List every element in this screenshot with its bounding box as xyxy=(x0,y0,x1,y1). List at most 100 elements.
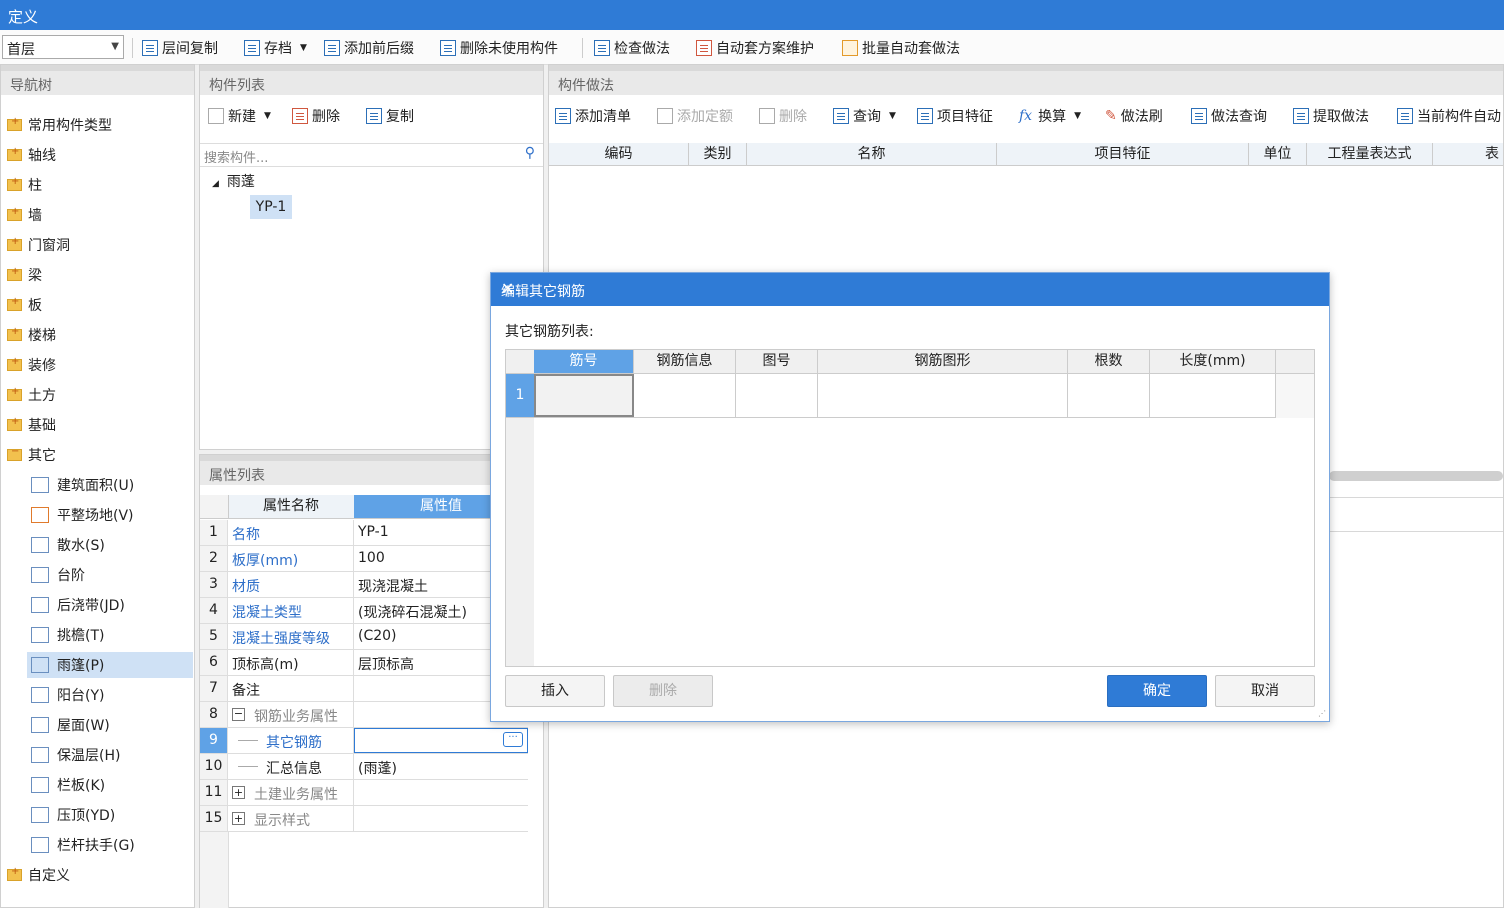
nav-item-label: 建筑面积(U) xyxy=(57,478,135,494)
nav-item[interactable]: 台阶 xyxy=(27,562,193,588)
batch-auto-method-button[interactable]: 批量自动套做法 xyxy=(842,37,960,59)
property-row[interactable]: 1 名称 YP-1 xyxy=(200,520,528,546)
nav-item[interactable]: 挑檐(T) xyxy=(27,622,193,648)
copy-component-button[interactable]: 复制 xyxy=(366,101,414,131)
ellipsis-icon[interactable]: ··· xyxy=(503,732,523,747)
nav-category-expanded[interactable]: 其它 xyxy=(7,443,56,467)
nav-category[interactable]: 梁 xyxy=(7,263,42,287)
property-row[interactable]: 4 混凝土类型 (现浇碎石混凝土) xyxy=(200,598,528,624)
steps-icon xyxy=(31,567,49,583)
expand-plus-icon[interactable]: + xyxy=(232,812,245,825)
delete-component-button[interactable]: 删除 xyxy=(292,101,340,131)
property-value[interactable]: 层顶标高 xyxy=(358,654,414,674)
method-query-button[interactable]: 做法查询 xyxy=(1191,101,1267,131)
search-icon[interactable]: ⚲ xyxy=(525,145,535,161)
nav-category[interactable]: 板 xyxy=(7,293,42,317)
delete-unused-button[interactable]: 删除未使用构件 xyxy=(440,37,558,59)
convert-button[interactable]: fx 换算 ▼ xyxy=(1019,101,1081,131)
insert-button[interactable]: 插入 xyxy=(505,675,605,707)
row-number-gutter xyxy=(200,832,229,908)
column-header: 长度(mm) xyxy=(1150,350,1276,373)
current-auto-label: 当前构件自动 xyxy=(1417,109,1501,125)
extract-method-icon xyxy=(1293,108,1309,124)
nav-item[interactable]: 阳台(Y) xyxy=(27,682,193,708)
check-method-button[interactable]: 检查做法 xyxy=(594,37,670,59)
bar-number-cell[interactable] xyxy=(534,374,634,417)
close-icon[interactable]: ✕ xyxy=(501,279,1317,298)
property-group-row[interactable]: 11 + 土建业务属性 xyxy=(200,780,528,806)
property-row-selected[interactable]: 9 其它钢筋 ··· xyxy=(200,728,528,754)
row-number-header xyxy=(506,350,535,373)
resize-grip-icon[interactable]: ⋰ xyxy=(1318,709,1326,718)
delete-label: 删除 xyxy=(312,109,340,125)
property-row[interactable]: 5 混凝土强度等级 (C20) xyxy=(200,624,528,650)
add-quota-button[interactable]: 添加定额 xyxy=(657,101,733,131)
property-value[interactable]: (雨蓬) xyxy=(358,758,397,778)
add-prefix-suffix-button[interactable]: 添加前后缀 xyxy=(324,37,414,59)
folder-icon xyxy=(7,116,22,131)
cell-divider xyxy=(817,374,818,417)
add-bill-button[interactable]: 添加清单 xyxy=(555,101,631,131)
extract-method-button[interactable]: 提取做法 xyxy=(1293,101,1369,131)
nav-category[interactable]: 柱 xyxy=(7,173,42,197)
other-rebar-value-input[interactable]: ··· xyxy=(354,728,528,753)
property-row[interactable]: 2 板厚(mm) 100 xyxy=(200,546,528,572)
nav-category[interactable]: 装修 xyxy=(7,353,56,377)
delete-button[interactable]: 删除 xyxy=(613,675,713,707)
archive-button[interactable]: 存档 ▼ xyxy=(244,37,307,59)
floor-select[interactable]: 首层 ▼ xyxy=(2,35,124,59)
query-button[interactable]: 查询 ▼ xyxy=(833,101,896,131)
property-name: 板厚(mm) xyxy=(232,553,299,569)
nav-item-selected[interactable]: 雨篷(P) xyxy=(27,652,193,678)
item-feature-button[interactable]: 项目特征 xyxy=(917,101,993,131)
method-brush-button[interactable]: ✎ 做法刷 xyxy=(1105,101,1163,131)
tree-node-selected[interactable]: YP-1 xyxy=(250,195,292,219)
collapse-minus-icon[interactable]: − xyxy=(232,708,245,721)
property-value[interactable]: 现浇混凝土 xyxy=(358,576,428,596)
nav-category[interactable]: 轴线 xyxy=(7,143,56,167)
row-number: 10 xyxy=(200,754,228,779)
rebar-grid-row[interactable]: 1 xyxy=(506,374,1276,418)
nav-item[interactable]: 保温层(H) xyxy=(27,742,193,768)
property-list-title: 属性列表 xyxy=(209,468,265,484)
nav-item[interactable]: 压顶(YD) xyxy=(27,802,193,828)
property-name-header: 属性名称 xyxy=(228,495,355,518)
component-search-box[interactable]: 搜索构件... ⚲ xyxy=(200,143,543,167)
nav-item[interactable]: 散水(S) xyxy=(27,532,193,558)
auto-scheme-button[interactable]: 自动套方案维护 xyxy=(696,37,814,59)
property-row[interactable]: 6 顶标高(m) 层顶标高 xyxy=(200,650,528,676)
nav-category[interactable]: 常用构件类型 xyxy=(7,113,112,137)
nav-item[interactable]: 后浇带(JD) xyxy=(27,592,193,618)
nav-category[interactable]: 楼梯 xyxy=(7,323,56,347)
ok-button[interactable]: 确定 xyxy=(1107,675,1207,707)
new-component-button[interactable]: 新建 ▼ xyxy=(208,101,271,131)
property-row[interactable]: 10 汇总信息 (雨蓬) xyxy=(200,754,528,780)
property-row[interactable]: 3 材质 现浇混凝土 xyxy=(200,572,528,598)
nav-item[interactable]: 建筑面积(U) xyxy=(27,472,193,498)
delete-method-button[interactable]: 删除 xyxy=(759,101,807,131)
property-value[interactable]: YP-1 xyxy=(358,524,389,540)
cancel-button[interactable]: 取消 xyxy=(1215,675,1315,707)
folder-icon xyxy=(7,416,22,431)
property-group-row[interactable]: 8− 钢筋业务属性 xyxy=(200,702,528,728)
nav-category[interactable]: 墙 xyxy=(7,203,42,227)
property-value[interactable]: (现浇碎石混凝土) xyxy=(358,602,467,622)
nav-category[interactable]: 土方 xyxy=(7,383,56,407)
nav-item[interactable]: 栏板(K) xyxy=(27,772,193,798)
property-group-row[interactable]: 15 + 显示样式 xyxy=(200,806,528,832)
nav-item[interactable]: 平整场地(V) xyxy=(27,502,193,528)
nav-item[interactable]: 栏杆扶手(G) xyxy=(27,832,193,858)
property-row[interactable]: 7 备注 xyxy=(200,676,528,702)
nav-category[interactable]: 自定义 xyxy=(7,863,70,887)
nav-item[interactable]: 屋面(W) xyxy=(27,712,193,738)
property-value[interactable]: 100 xyxy=(358,550,385,566)
copy-between-floors-button[interactable]: 层间复制 xyxy=(142,37,218,59)
horizontal-scrollbar[interactable] xyxy=(1329,471,1503,481)
property-value[interactable]: (C20) xyxy=(358,628,397,644)
tree-node-parent[interactable]: ◢ 雨蓬 xyxy=(212,171,255,191)
copy-floor-icon xyxy=(142,40,158,56)
nav-category[interactable]: 基础 xyxy=(7,413,56,437)
expand-plus-icon[interactable]: + xyxy=(232,786,245,799)
nav-category[interactable]: 门窗洞 xyxy=(7,233,70,257)
current-auto-button[interactable]: 当前构件自动 xyxy=(1397,101,1503,131)
